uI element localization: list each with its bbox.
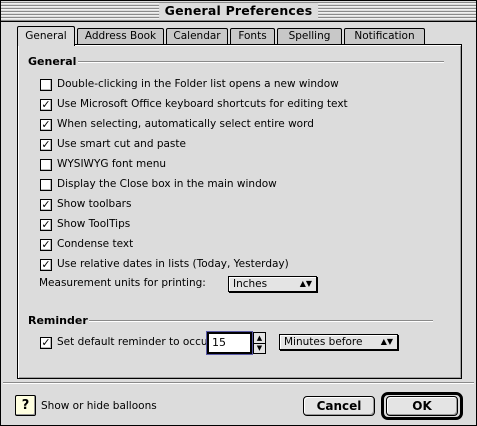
reminder-section-rule bbox=[89, 320, 433, 322]
tab-label: Calendar bbox=[173, 30, 221, 42]
general-section-rule bbox=[78, 61, 444, 63]
tab-general[interactable]: General bbox=[17, 26, 75, 46]
popup-arrows-icon: ▲▼ bbox=[380, 337, 393, 346]
option-label: When selecting, automatically select ent… bbox=[57, 118, 314, 130]
checkbox[interactable]: ✓ bbox=[40, 219, 52, 231]
checkbox[interactable]: ✓ bbox=[40, 199, 52, 211]
option-label: Show toolbars bbox=[57, 198, 132, 210]
ok-button[interactable]: OK bbox=[386, 396, 458, 416]
window-title: General Preferences bbox=[158, 3, 319, 19]
reminder-unit-popup[interactable]: Minutes before ▲▼ bbox=[279, 334, 398, 350]
checkbox[interactable] bbox=[40, 79, 52, 91]
option-label: Display the Close box in the main window bbox=[57, 178, 277, 190]
reminder-amount-field[interactable]: 15 bbox=[206, 331, 253, 355]
checkbox[interactable] bbox=[40, 159, 52, 171]
help-balloon-icon[interactable]: ? bbox=[15, 395, 36, 416]
footer-divider bbox=[3, 382, 474, 384]
tab-address-book[interactable]: Address Book bbox=[77, 28, 164, 45]
general-section-title: General bbox=[28, 55, 77, 68]
option-label: WYSIWYG font menu bbox=[57, 158, 167, 170]
tab-panel bbox=[17, 44, 462, 379]
cancel-button[interactable]: Cancel bbox=[303, 396, 375, 416]
tab-label: General bbox=[25, 30, 67, 42]
option-label: Double-clicking in the Folder list opens… bbox=[57, 78, 339, 90]
checkbox[interactable]: ✓ bbox=[40, 259, 52, 271]
option-label: Use Microsoft Office keyboard shortcuts … bbox=[57, 98, 348, 110]
measurement-units-label: Measurement units for printing: bbox=[39, 277, 206, 289]
stepper-down-icon[interactable]: ▼ bbox=[254, 343, 265, 353]
tab-calendar[interactable]: Calendar bbox=[166, 28, 228, 45]
checkbox[interactable]: ✓ bbox=[40, 99, 52, 111]
checkbox[interactable]: ✓ bbox=[40, 337, 52, 349]
title-bar[interactable]: General Preferences bbox=[1, 1, 476, 22]
tab-label: Notification bbox=[354, 30, 415, 42]
tab-fonts[interactable]: Fonts bbox=[230, 28, 275, 45]
checkbox[interactable]: ✓ bbox=[40, 139, 52, 151]
measurement-units-popup[interactable]: Inches ▲▼ bbox=[228, 276, 317, 292]
tab-notification[interactable]: Notification bbox=[344, 28, 425, 45]
option-label: Set default reminder to occur bbox=[57, 336, 212, 348]
reminder-amount-stepper[interactable]: ▲ ▼ bbox=[253, 332, 266, 354]
option-label: Use smart cut and paste bbox=[57, 138, 186, 150]
measurement-units-value: Inches bbox=[233, 278, 268, 290]
option-label: Show ToolTips bbox=[57, 218, 131, 230]
tab-label: Address Book bbox=[84, 30, 157, 42]
tab-spelling[interactable]: Spelling bbox=[277, 28, 342, 45]
preferences-window: General Preferences General Address Book… bbox=[0, 0, 477, 426]
tab-label: Spelling bbox=[288, 30, 331, 42]
popup-arrows-icon: ▲▼ bbox=[299, 279, 312, 288]
checkbox[interactable] bbox=[40, 179, 52, 191]
tab-label: Fonts bbox=[238, 30, 267, 42]
option-label: Use relative dates in lists (Today, Yest… bbox=[57, 258, 289, 270]
reminder-section-title: Reminder bbox=[28, 314, 88, 327]
checkbox[interactable]: ✓ bbox=[40, 239, 52, 251]
reminder-unit-value: Minutes before bbox=[284, 336, 363, 348]
option-label: Condense text bbox=[57, 238, 134, 250]
help-balloons-label: Show or hide balloons bbox=[41, 400, 157, 412]
checkbox[interactable]: ✓ bbox=[40, 119, 52, 131]
